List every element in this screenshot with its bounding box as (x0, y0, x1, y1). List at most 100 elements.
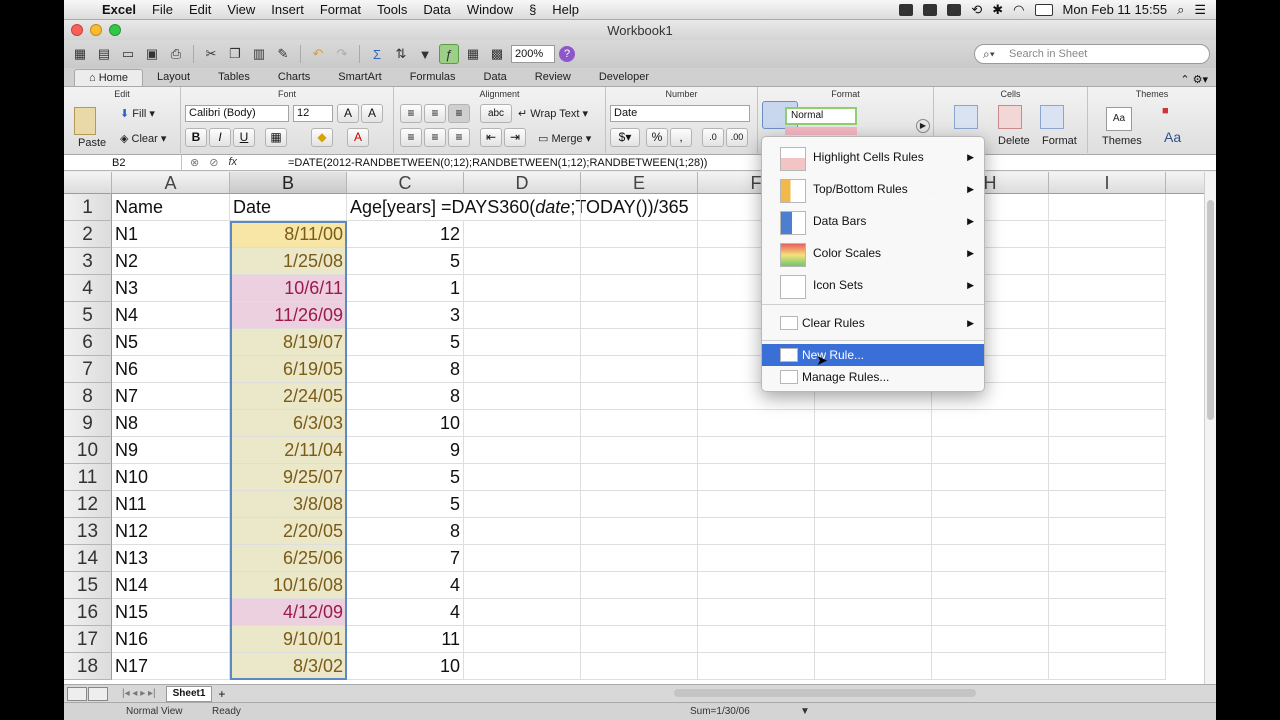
themes-button[interactable]: Themes (1102, 135, 1142, 147)
tab-formulas[interactable]: Formulas (396, 69, 470, 86)
align-middle-icon[interactable]: ≡ (424, 104, 446, 123)
cell-name[interactable]: N1 (112, 221, 230, 248)
empty-cell[interactable] (815, 518, 932, 545)
cell-age-header[interactable]: Age[years] =DAYS360(date;TODAY())/365 (347, 194, 689, 221)
empty-cell[interactable] (815, 545, 932, 572)
timemachine-icon[interactable]: ⟲ (971, 2, 982, 18)
vertical-scroll-thumb[interactable] (1207, 200, 1214, 420)
cell-date[interactable]: 6/19/05 (230, 356, 347, 383)
empty-cell[interactable] (932, 518, 1049, 545)
sync-icon[interactable] (923, 3, 938, 16)
cell-age[interactable]: 3 (347, 302, 464, 329)
empty-cell[interactable] (815, 572, 932, 599)
format-painter-icon[interactable]: ✎ (273, 44, 293, 64)
empty-cell[interactable] (1049, 491, 1166, 518)
templates-icon[interactable]: ▤ (94, 44, 114, 64)
increase-decimal-icon[interactable]: .0 (702, 128, 724, 147)
col-header-a[interactable]: A (112, 172, 230, 194)
cell-date[interactable]: 4/12/09 (230, 599, 347, 626)
empty-cell[interactable] (815, 491, 932, 518)
empty-cell[interactable] (464, 653, 581, 680)
format-button[interactable]: Format (1042, 135, 1077, 147)
themes-icon[interactable]: Aa (1106, 107, 1132, 131)
cell-date[interactable]: 6/3/03 (230, 410, 347, 437)
cell-date-header[interactable]: Date (230, 194, 347, 221)
cell-name[interactable]: N14 (112, 572, 230, 599)
name-box[interactable]: B2 (64, 154, 182, 171)
cell-name[interactable]: N11 (112, 491, 230, 518)
empty-cell[interactable] (464, 491, 581, 518)
notification-icon[interactable]: ☰ (1194, 2, 1206, 18)
empty-cell[interactable] (581, 410, 698, 437)
toolbox-icon[interactable]: ▩ (487, 44, 507, 64)
theme-fonts-icon[interactable]: Aa (1164, 129, 1181, 145)
cell-name[interactable]: N2 (112, 248, 230, 275)
empty-cell[interactable] (698, 437, 815, 464)
filter-icon[interactable]: ▼ (415, 44, 435, 64)
empty-cell[interactable] (1049, 599, 1166, 626)
empty-cell[interactable] (581, 356, 698, 383)
increase-indent-icon[interactable]: ⇥ (504, 128, 526, 147)
sheet-nav-icon[interactable]: |◂ ◂ ▸ ▸| (122, 688, 156, 699)
empty-cell[interactable] (1049, 626, 1166, 653)
empty-cell[interactable] (698, 464, 815, 491)
empty-cell[interactable] (698, 653, 815, 680)
cell-age[interactable]: 12 (347, 221, 464, 248)
styles-next-icon[interactable]: ▶ (916, 119, 930, 133)
cell-age[interactable]: 11 (347, 626, 464, 653)
empty-cell[interactable] (1049, 410, 1166, 437)
open-icon[interactable]: ▭ (118, 44, 138, 64)
save-icon[interactable]: ▣ (142, 44, 162, 64)
cell-age[interactable]: 8 (347, 518, 464, 545)
tab-layout[interactable]: Layout (143, 69, 204, 86)
style-normal[interactable]: Normal (785, 107, 857, 125)
shrink-font-icon[interactable]: A (361, 104, 383, 123)
normal-view-icon[interactable] (67, 686, 87, 701)
undo-icon[interactable]: ↶ (308, 44, 328, 64)
col-header-b[interactable]: B (230, 172, 347, 194)
tab-home[interactable]: ⌂ Home (74, 69, 144, 86)
horizontal-scrollbar[interactable] (674, 689, 976, 697)
empty-cell[interactable] (1049, 545, 1166, 572)
empty-cell[interactable] (581, 248, 698, 275)
cell-age[interactable]: 4 (347, 572, 464, 599)
cell-date[interactable]: 2/20/05 (230, 518, 347, 545)
empty-cell[interactable] (1049, 302, 1166, 329)
paste-large-icon[interactable] (74, 107, 96, 135)
page-layout-view-icon[interactable] (88, 686, 108, 701)
empty-cell[interactable] (464, 545, 581, 572)
empty-cell[interactable] (815, 599, 932, 626)
row-header[interactable]: 4 (64, 275, 112, 302)
col-header-e[interactable]: E (581, 172, 698, 194)
empty-cell[interactable] (464, 329, 581, 356)
font-color-icon[interactable]: A (347, 128, 369, 147)
empty-cell[interactable] (815, 464, 932, 491)
cell-name[interactable]: N9 (112, 437, 230, 464)
empty-cell[interactable] (464, 275, 581, 302)
wifi-icon[interactable]: ◠ (1013, 2, 1024, 18)
cell-name[interactable]: N10 (112, 464, 230, 491)
ribbon-options-icon[interactable]: ⌃ ⚙▾ (1180, 73, 1216, 86)
empty-cell[interactable] (698, 545, 815, 572)
empty-cell[interactable] (581, 302, 698, 329)
cell-name[interactable]: N13 (112, 545, 230, 572)
cell-name[interactable]: N16 (112, 626, 230, 653)
cell-age[interactable]: 9 (347, 437, 464, 464)
tab-developer[interactable]: Developer (585, 69, 663, 86)
font-name-select[interactable]: Calibri (Body) (185, 105, 289, 122)
number-format-select[interactable]: Date (610, 105, 750, 122)
empty-cell[interactable] (464, 410, 581, 437)
empty-cell[interactable] (464, 194, 581, 221)
menu-item-icon-sets[interactable]: Icon Sets ▶ (762, 273, 984, 299)
borders-icon[interactable]: ▦ (265, 128, 287, 147)
decrease-indent-icon[interactable]: ⇤ (480, 128, 502, 147)
empty-cell[interactable] (1049, 464, 1166, 491)
spotlight-icon[interactable]: ⌕ (1177, 2, 1184, 18)
empty-cell[interactable] (932, 464, 1049, 491)
cell-date[interactable]: 2/24/05 (230, 383, 347, 410)
empty-cell[interactable] (815, 653, 932, 680)
cell-age[interactable]: 8 (347, 356, 464, 383)
empty-cell[interactable] (1049, 248, 1166, 275)
cell-date[interactable]: 1/25/08 (230, 248, 347, 275)
empty-cell[interactable] (581, 383, 698, 410)
